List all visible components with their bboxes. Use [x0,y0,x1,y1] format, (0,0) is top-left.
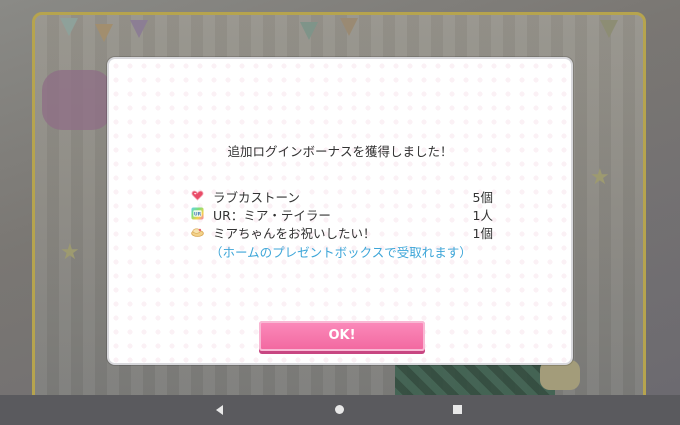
recents-icon[interactable] [453,405,462,414]
food-item-icon [191,228,204,237]
reward-quantity: 1個 [472,226,493,241]
bunting-flag [300,22,318,40]
reward-row: UR UR：ミア・テイラー 1人 [191,205,493,223]
event-logo [42,70,112,130]
star-decoration: ★ [60,240,80,265]
reward-name: UR：ミア・テイラー [213,208,331,223]
bunting-flag [60,18,78,36]
heart-stone-icon [191,190,204,201]
ur-card-icon: UR [191,207,204,220]
reward-name: ミアちゃんをお祝いしたい！ [213,226,376,241]
dialog-title: 追加ログインボーナスを獲得しました！ [227,144,453,159]
reward-name: ラブカストーン [213,190,300,205]
login-bonus-dialog: 追加ログインボーナスを獲得しました！ ラブカストーン 5個 UR UR：ミア・テ… [107,57,573,365]
star-decoration: ★ [590,165,610,190]
svg-text:UR: UR [194,212,202,218]
bunting-flag [95,24,113,42]
back-icon[interactable] [216,405,223,415]
reward-list: ラブカストーン 5個 UR UR：ミア・テイラー 1人 ミアちゃんをお祝いしたい… [191,187,493,241]
reward-row: ミアちゃんをお祝いしたい！ 1個 [191,223,493,241]
reward-quantity: 5個 [472,190,493,205]
reward-quantity: 1人 [472,208,493,223]
bunting-flag [600,20,618,38]
android-nav-bar [0,395,680,425]
reward-row: ラブカストーン 5個 [191,187,493,205]
present-box-note: （ホームのプレゼントボックスで受取れます） [210,245,472,260]
bunting-flag [340,18,358,36]
ok-button[interactable]: OK! [259,321,425,351]
home-icon[interactable] [335,405,344,414]
bunting-flag [130,20,148,38]
